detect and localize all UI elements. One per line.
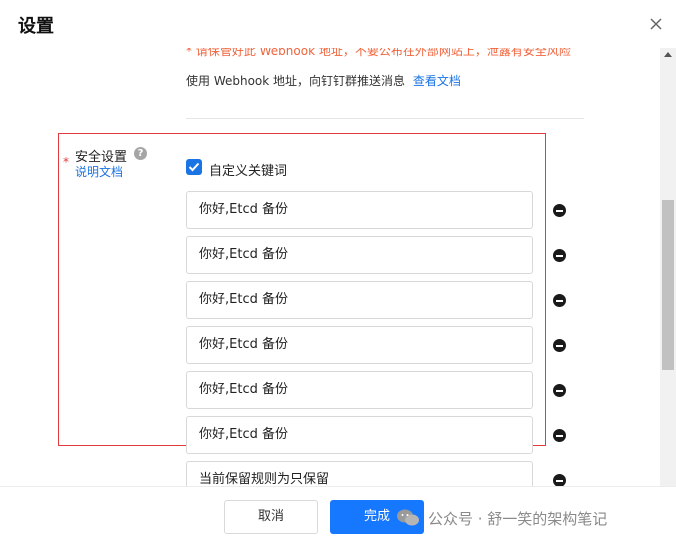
settings-dialog: 设置 * 请保管好此 Webhook 地址，不要公布在外部网站上，泄露有安全风险… <box>0 0 676 546</box>
webhook-usage-text: 使用 Webhook 地址，向钉钉群推送消息 <box>186 74 406 88</box>
keyword-input[interactable]: 你好,Etcd 备份 <box>186 191 533 229</box>
remove-keyword-icon[interactable] <box>553 249 566 262</box>
custom-keyword-checkbox[interactable] <box>186 159 202 175</box>
keyword-input[interactable]: 你好,Etcd 备份 <box>186 236 533 274</box>
remove-keyword-icon[interactable] <box>553 384 566 397</box>
required-mark: * <box>63 155 69 169</box>
security-doc-link[interactable]: 说明文档 <box>75 163 123 180</box>
wechat-icon <box>396 508 419 526</box>
remove-keyword-icon[interactable] <box>553 339 566 352</box>
scrollbar-thumb[interactable] <box>662 200 674 370</box>
keyword-input[interactable]: 你好,Etcd 备份 <box>186 416 533 454</box>
keyword-input[interactable]: 你好,Etcd 备份 <box>186 371 533 409</box>
keyword-input[interactable]: 当前保留规则为只保留 <box>186 461 533 486</box>
keyword-input[interactable]: 你好,Etcd 备份 <box>186 281 533 319</box>
scroll-up-arrow-icon[interactable] <box>664 52 672 57</box>
view-docs-link[interactable]: 查看文档 <box>413 74 461 88</box>
keyword-input[interactable]: 你好,Etcd 备份 <box>186 326 533 364</box>
webhook-usage: 使用 Webhook 地址，向钉钉群推送消息 查看文档 <box>186 72 461 89</box>
webhook-warning: * 请保管好此 Webhook 地址，不要公布在外部网站上，泄露有安全风险 <box>186 48 571 58</box>
dialog-footer: 取消 完成 公众号 · 舒一笑的架构笔记 <box>0 486 676 546</box>
custom-keyword-label: 自定义关键词 <box>209 164 288 179</box>
question-circle-icon[interactable]: ? <box>134 147 147 160</box>
cancel-button[interactable]: 取消 <box>224 500 318 534</box>
remove-keyword-icon[interactable] <box>553 429 566 442</box>
close-icon[interactable] <box>646 14 666 34</box>
dialog-title: 设置 <box>18 16 54 37</box>
remove-keyword-icon[interactable] <box>553 474 566 486</box>
remove-keyword-icon[interactable] <box>553 294 566 307</box>
section-divider <box>186 118 584 119</box>
watermark-text: 公众号 · 舒一笑的架构笔记 <box>428 510 608 528</box>
remove-keyword-icon[interactable] <box>553 204 566 217</box>
dialog-header: 设置 <box>0 0 676 48</box>
dialog-body: * 请保管好此 Webhook 地址，不要公布在外部网站上，泄露有安全风险 使用… <box>0 48 660 486</box>
